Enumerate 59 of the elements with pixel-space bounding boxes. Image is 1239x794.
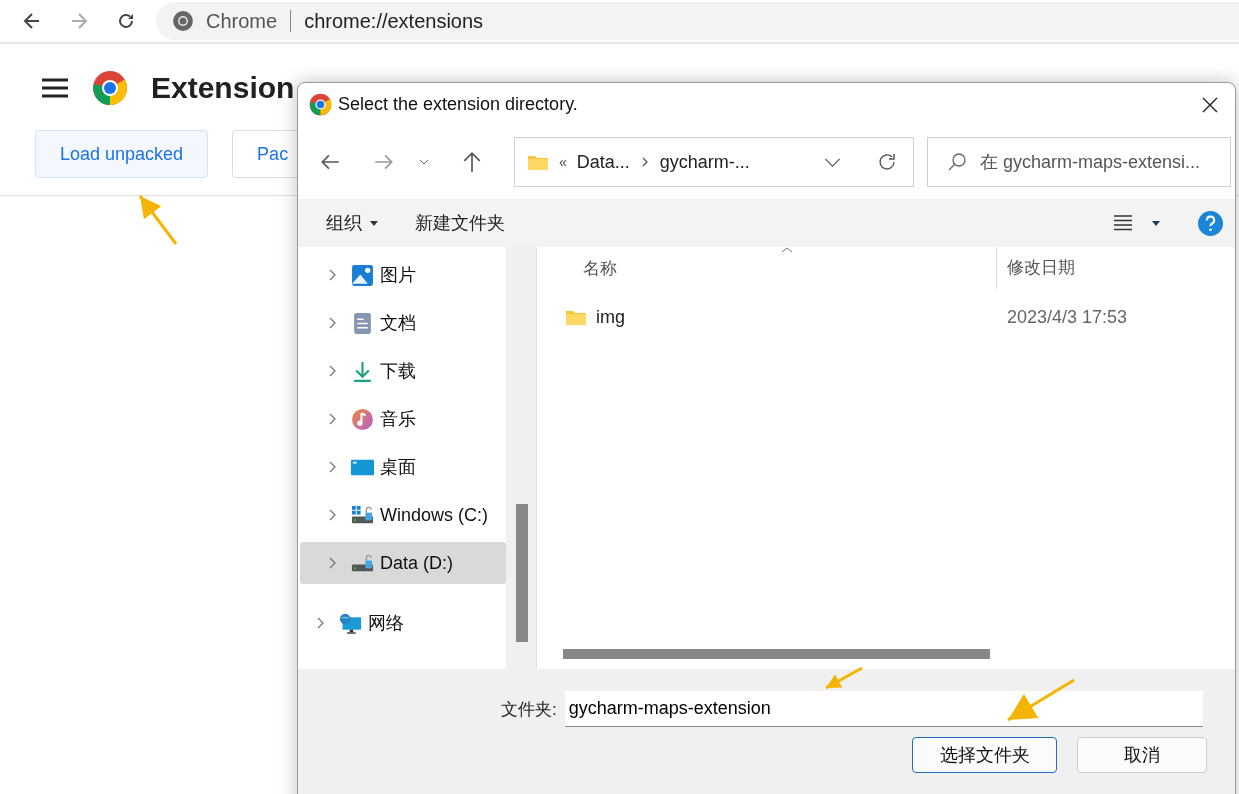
folder-icon (527, 153, 549, 171)
address-bar[interactable]: Chrome chrome://extensions (156, 2, 1239, 40)
chevron-icon[interactable] (641, 157, 648, 167)
dialog-button[interactable]: 选择文件夹 (912, 737, 1057, 773)
tree-item[interactable]: Windows (C:) (300, 494, 506, 536)
tree-item[interactable]: 文档 (300, 302, 506, 344)
up-arrow-icon[interactable] (461, 151, 483, 173)
tree-item[interactable]: 音乐 (300, 398, 506, 440)
column-header[interactable]: 名称 (583, 256, 996, 280)
caret-icon[interactable] (419, 159, 429, 165)
network-computer-icon (339, 611, 362, 635)
document-icon (351, 311, 374, 335)
menu-icon[interactable] (42, 78, 68, 98)
picture-folder-icon (351, 263, 374, 287)
folder-name-field[interactable]: gycharm-maps-extension (564, 691, 1203, 727)
page-title: Extension (151, 71, 295, 105)
extension-button[interactable]: Load unpacked (35, 130, 209, 178)
dialog-title: Select the extension directory. (338, 94, 578, 115)
help-icon[interactable] (1198, 210, 1223, 236)
new-folder-button[interactable]: 新建文件夹 (415, 211, 505, 235)
close-icon[interactable] (1202, 96, 1218, 113)
caret-icon[interactable] (1152, 220, 1160, 226)
chevron-icon[interactable] (328, 509, 336, 521)
chevron-icon[interactable] (328, 317, 336, 329)
tree-item[interactable]: Data (D:) (300, 542, 506, 584)
search-icon (947, 152, 967, 172)
chevron-icon[interactable] (328, 413, 336, 425)
folder-label: 文件夹: (501, 698, 557, 721)
file-name[interactable]: img (596, 306, 1007, 328)
scrollbar-thumb[interactable] (563, 649, 990, 659)
tree-item[interactable]: 网络 (300, 602, 506, 644)
dialog-button[interactable]: 取消 (1077, 737, 1207, 773)
reload-icon[interactable] (116, 11, 136, 31)
scrollbar-thumb[interactable] (516, 504, 528, 642)
tree-item[interactable]: 桌面 (300, 446, 506, 488)
chevron-icon[interactable] (328, 557, 336, 569)
download-icon (351, 359, 374, 383)
column-header[interactable]: 修改日期 (996, 247, 1075, 289)
address-field[interactable]: « Data... gycharm-... (514, 137, 914, 187)
overflow-marker[interactable]: « (559, 154, 567, 170)
sort-caret-icon (781, 247, 793, 253)
chevron-icon[interactable] (328, 461, 336, 473)
modified-date: 2023/4/3 17:53 (1007, 306, 1128, 328)
breadcrumb-item[interactable]: Data... (576, 151, 630, 173)
chevron-icon[interactable] (316, 617, 324, 629)
refresh-icon[interactable] (877, 152, 897, 172)
back-icon[interactable] (22, 11, 42, 31)
chevron-icon[interactable] (328, 269, 336, 281)
caret-icon[interactable] (370, 220, 378, 226)
chevron-icon[interactable] (328, 365, 336, 377)
tree-item[interactable]: 下载 (300, 350, 506, 392)
folder-icon (565, 308, 587, 326)
breadcrumb-item[interactable]: gycharm-... (659, 151, 750, 173)
organize-menu[interactable]: 组织 (326, 211, 362, 235)
search-field[interactable]: 在 gycharm-maps-extensi... (927, 137, 1231, 187)
tree-item[interactable]: 图片 (300, 254, 506, 296)
caret-icon[interactable] (824, 157, 841, 167)
music-note-icon (351, 407, 374, 431)
view-list-icon[interactable] (1114, 215, 1132, 231)
